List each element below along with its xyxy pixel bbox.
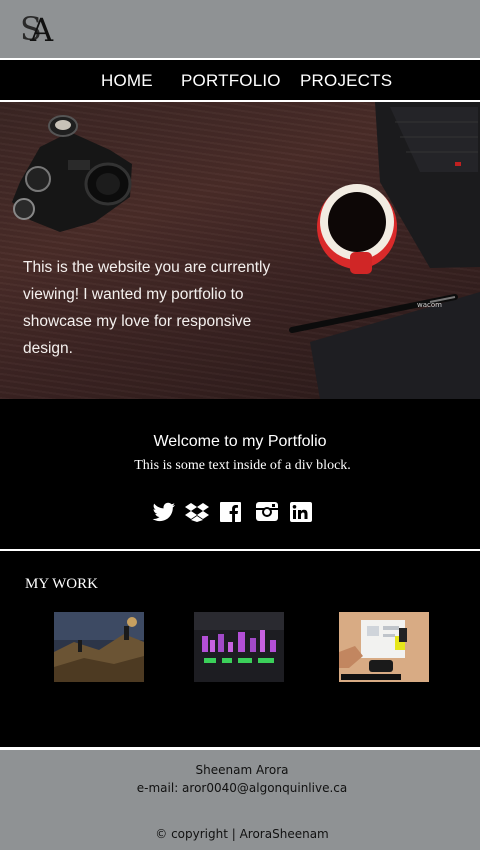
coffee-cup-image xyxy=(317,184,397,274)
footer-email[interactable]: e-mail: aror0040@algonquinlive.ca xyxy=(0,780,480,796)
linkedin-icon[interactable] xyxy=(289,502,313,522)
hero-description: This is the website you are currently vi… xyxy=(23,259,271,357)
twitter-icon[interactable] xyxy=(152,502,176,522)
welcome-title: Welcome to my Portfolio xyxy=(153,433,327,450)
social-links xyxy=(0,502,480,524)
instagram-icon[interactable] xyxy=(255,502,279,522)
hero-banner: wacom This is the website you are curren… xyxy=(0,102,480,399)
facebook-icon[interactable] xyxy=(219,502,243,522)
nav-portfolio-link[interactable]: PORTFOLIO xyxy=(181,71,281,91)
footer-copyright: © copyright | AroraSheenam xyxy=(155,827,329,841)
dropbox-icon[interactable] xyxy=(185,502,209,522)
main-nav: HOME PORTFOLIO PROJECTS xyxy=(0,58,480,102)
camera-image xyxy=(12,115,132,232)
header-bar: S A xyxy=(0,0,480,58)
landscape-thumbnail[interactable] xyxy=(54,612,144,682)
video-editing-thumbnail[interactable] xyxy=(194,612,284,682)
nav-home-link[interactable]: HOME xyxy=(101,71,153,91)
drawing-tablet-image: wacom xyxy=(289,292,480,399)
my-work-section: MY WORK xyxy=(0,551,480,747)
my-work-title: MY WORK xyxy=(25,576,98,592)
welcome-subtitle: This is some text inside of a div block. xyxy=(134,458,351,473)
footer-name: Sheenam Arora xyxy=(195,763,289,777)
logo-letter-a: A xyxy=(30,11,54,49)
tablet-brand-text: wacom xyxy=(417,301,442,309)
site-logo[interactable]: S A xyxy=(18,10,58,49)
welcome-section: Welcome to my Portfolio This is some tex… xyxy=(0,399,480,550)
site-footer: Sheenam Arora e-mail: aror0040@algonquin… xyxy=(0,747,480,850)
web-design-thumbnail[interactable] xyxy=(339,612,429,682)
nav-projects-link[interactable]: PROJECTS xyxy=(300,71,392,91)
